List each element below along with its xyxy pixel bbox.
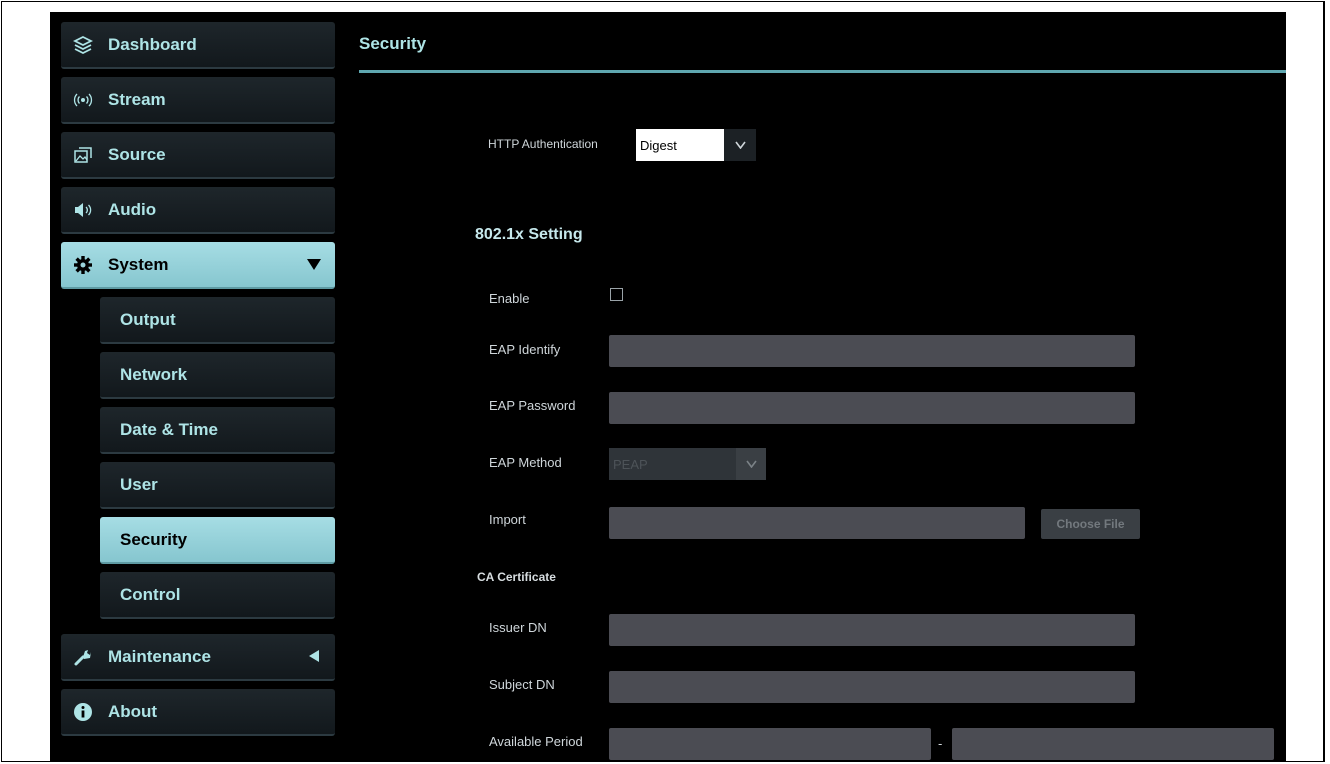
sidebar-item-date-time[interactable]: Date & Time <box>100 407 335 454</box>
gear-icon <box>72 254 94 276</box>
subject-dn-label: Subject DN <box>489 677 555 692</box>
sidebar: Dashboard Stream Source Audio System Out… <box>50 12 340 761</box>
app-container: Dashboard Stream Source Audio System Out… <box>50 12 1286 761</box>
http-auth-select[interactable]: Digest <box>636 129 756 161</box>
choose-file-button[interactable]: Choose File <box>1041 509 1140 539</box>
eap-method-select[interactable]: PEAP <box>609 448 766 480</box>
info-icon <box>72 701 94 723</box>
issuer-dn-field <box>609 614 1135 646</box>
sidebar-item-label: Control <box>120 584 181 604</box>
sidebar-item-stream[interactable]: Stream <box>61 77 335 124</box>
sidebar-item-label: Audio <box>108 199 157 219</box>
eap-password-label: EAP Password <box>489 398 576 413</box>
eap-password-input[interactable] <box>609 392 1135 424</box>
sidebar-item-label: Output <box>120 309 176 329</box>
enable-checkbox[interactable] <box>610 288 623 301</box>
chevron-down-icon[interactable] <box>724 129 756 161</box>
layers-icon <box>72 34 94 56</box>
page-title: Security <box>359 34 427 53</box>
title-divider <box>359 70 1286 73</box>
broadcast-icon <box>72 89 94 111</box>
main-content: Security HTTP Authentication Digest 802.… <box>357 12 1286 761</box>
sidebar-item-label: Dashboard <box>108 34 197 54</box>
sidebar-item-audio[interactable]: Audio <box>61 187 335 234</box>
eap-method-value: PEAP <box>613 456 648 472</box>
sidebar-item-label: About <box>108 701 158 721</box>
sidebar-item-security[interactable]: Security <box>100 517 335 564</box>
sidebar-item-output[interactable]: Output <box>100 297 335 344</box>
http-auth-label: HTTP Authentication <box>488 137 598 151</box>
sidebar-item-label: User <box>120 474 158 494</box>
http-auth-value: Digest <box>640 137 677 153</box>
subject-dn-field <box>609 671 1135 703</box>
ca-certificate-heading: CA Certificate <box>477 570 556 584</box>
eap-method-label: EAP Method <box>489 455 562 470</box>
image-source-icon <box>72 144 94 166</box>
wrench-icon <box>72 646 94 668</box>
sidebar-item-system[interactable]: System <box>61 242 335 289</box>
sidebar-item-label: Source <box>108 144 166 164</box>
speaker-icon <box>72 199 94 221</box>
sidebar-item-label: Security <box>120 529 188 549</box>
eap-identify-input[interactable] <box>609 335 1135 367</box>
available-period-start-field <box>609 728 931 760</box>
sidebar-item-label: Maintenance <box>108 646 211 666</box>
eap-identify-label: EAP Identify <box>489 342 561 357</box>
caret-down-icon <box>307 257 321 274</box>
dot1x-heading: 802.1x Setting <box>475 226 583 243</box>
import-file-field[interactable] <box>609 507 1025 539</box>
caret-left-icon <box>307 649 321 666</box>
enable-label: Enable <box>489 291 530 306</box>
period-separator: - <box>938 736 943 751</box>
chevron-down-icon[interactable] <box>736 448 766 480</box>
sidebar-item-control[interactable]: Control <box>100 572 335 619</box>
sidebar-item-label: Date & Time <box>120 419 218 439</box>
sidebar-item-source[interactable]: Source <box>61 132 335 179</box>
sidebar-item-label: Network <box>120 364 188 384</box>
issuer-dn-label: Issuer DN <box>489 620 547 635</box>
sidebar-item-dashboard[interactable]: Dashboard <box>61 22 335 69</box>
available-period-label: Available Period <box>489 734 583 749</box>
sidebar-item-user[interactable]: User <box>100 462 335 509</box>
sidebar-item-maintenance[interactable]: Maintenance <box>61 634 335 681</box>
window-frame: Dashboard Stream Source Audio System Out… <box>1 1 1325 762</box>
sidebar-item-label: Stream <box>108 89 166 109</box>
available-period-end-field <box>952 728 1274 760</box>
import-label: Import <box>489 512 526 527</box>
sidebar-item-network[interactable]: Network <box>100 352 335 399</box>
sidebar-item-label: System <box>108 254 169 274</box>
sidebar-item-about[interactable]: About <box>61 689 335 736</box>
